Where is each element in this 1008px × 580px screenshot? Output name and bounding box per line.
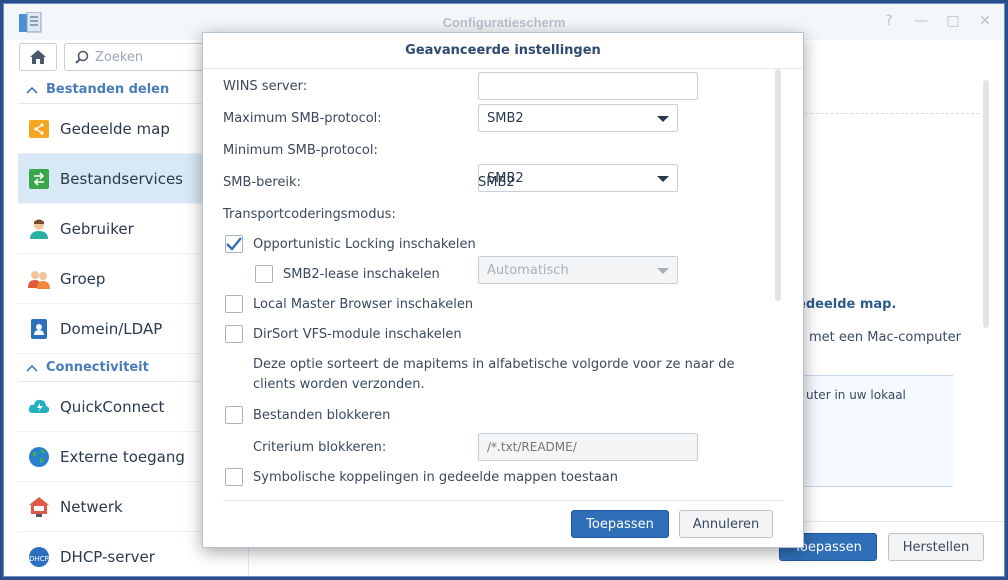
sidebar-item-label: Domein/LDAP — [60, 319, 163, 338]
smb-range-value: SMB2 — [478, 174, 515, 190]
local-master-row: Local Master Browser inschakelen — [225, 293, 473, 315]
block-files-checkbox[interactable] — [225, 406, 243, 424]
user-icon — [28, 218, 50, 240]
domain-ldap-icon — [28, 318, 50, 340]
transport-row: Transportcoderingsmodus: — [223, 202, 396, 226]
sidebar-item-label: QuickConnect — [60, 397, 165, 416]
smb-range-label: SMB-bereik: — [223, 174, 301, 190]
sidebar-item-label: Gebruiker — [60, 219, 134, 238]
background-text: met een Mac-computer — [809, 330, 961, 345]
max-smb-value: SMB2 — [487, 110, 524, 126]
min-smb-row: Minimum SMB-protocol: — [223, 138, 378, 162]
dhcp-server-icon: DHCP — [28, 546, 50, 568]
main-scrollbar[interactable] — [983, 80, 989, 328]
dirsort-checkbox[interactable] — [225, 325, 243, 343]
sidebar-item-label: Netwerk — [60, 497, 123, 516]
transport-select[interactable]: Automatisch — [478, 256, 678, 284]
opportunistic-locking-checkbox[interactable] — [225, 235, 243, 253]
window-title: Configuratiescherm — [442, 15, 566, 30]
dialog-title: Geavanceerde instellingen — [405, 43, 601, 58]
dirsort-row: DirSort VFS-module inschakelen — [225, 323, 462, 345]
sidebar-item-label: Externe toegang — [60, 447, 185, 466]
block-criteria-input[interactable] — [478, 433, 698, 461]
max-smb-label: Maximum SMB-protocol: — [223, 110, 382, 126]
maximize-icon[interactable]: □ — [944, 12, 962, 30]
smb2-lease-checkbox[interactable] — [255, 265, 273, 283]
close-icon[interactable]: ✕ — [976, 12, 994, 30]
sidebar-item-label: Bestandservices — [60, 169, 183, 188]
dirsort-label: DirSort VFS-module inschakelen — [253, 326, 462, 342]
reset-button[interactable]: Herstellen — [888, 533, 984, 561]
home-icon — [30, 50, 46, 64]
smb2-lease-label: SMB2-lease inschakelen — [283, 266, 440, 282]
chevron-up-icon — [26, 86, 38, 94]
file-services-icon — [28, 168, 50, 190]
max-smb-select[interactable]: SMB2 — [478, 104, 678, 132]
sidebar-item-label: Gedeelde map — [60, 119, 170, 138]
local-master-label: Local Master Browser inschakelen — [253, 296, 474, 312]
section-head-label: Connectiviteit — [46, 360, 149, 375]
info-box: uter in uw lokaal — [793, 375, 953, 487]
smb-range-value-row: SMB2 — [478, 170, 515, 194]
opportunistic-locking-label: Opportunistic Locking inschakelen — [253, 236, 476, 252]
chevron-down-icon — [657, 176, 669, 182]
group-icon — [28, 268, 50, 290]
search-icon — [75, 50, 89, 64]
block-files-label: Bestanden blokkeren — [253, 407, 391, 423]
opportunistic-locking-row: Opportunistic Locking inschakelen — [225, 233, 476, 255]
sidebar-item-label: Groep — [60, 269, 106, 288]
help-icon[interactable]: ? — [880, 12, 898, 30]
smb-range-row: SMB-bereik: — [223, 170, 301, 194]
external-access-icon — [28, 446, 50, 468]
local-master-checkbox[interactable] — [225, 295, 243, 313]
block-criteria-label: Criterium blokkeren: — [253, 439, 387, 455]
block-files-row: Bestanden blokkeren — [225, 404, 390, 426]
chevron-down-icon — [657, 116, 669, 122]
dialog-title-divider — [203, 68, 803, 69]
dirsort-description: Deze optie sorteert de mapitems in alfab… — [253, 357, 735, 392]
shared-folder-icon — [28, 118, 50, 140]
dialog-apply-button[interactable]: Toepassen — [571, 510, 669, 538]
min-smb-label: Minimum SMB-protocol: — [223, 142, 378, 158]
network-icon — [28, 496, 50, 518]
home-button[interactable] — [19, 43, 57, 71]
shared-folder-link[interactable]: edeelde map. — [797, 297, 896, 312]
info-box-text: uter in uw lokaal — [806, 388, 906, 402]
transport-label: Transportcoderingsmodus: — [223, 206, 396, 222]
transport-value: Automatisch — [487, 262, 569, 278]
quickconnect-icon — [28, 396, 50, 418]
wins-row: WINS server: — [223, 74, 307, 98]
wins-server-input[interactable] — [478, 72, 698, 100]
checkmark-icon — [226, 237, 242, 251]
symlinks-row: Symbolische koppelingen in gedeelde mapp… — [225, 466, 618, 488]
sidebar-item-label: DHCP-server — [60, 547, 155, 566]
chevron-up-icon — [26, 364, 38, 372]
wins-label: WINS server: — [223, 78, 308, 94]
symlinks-label: Symbolische koppelingen in gedeelde mapp… — [253, 469, 619, 485]
block-criteria-row: Criterium blokkeren: — [253, 435, 386, 459]
window-controls: ? — □ ✕ — [880, 12, 994, 30]
dialog-footer-divider — [223, 500, 783, 501]
symlinks-checkbox[interactable] — [225, 468, 243, 486]
max-smb-row: Maximum SMB-protocol: — [223, 106, 382, 130]
smb2-lease-row: SMB2-lease inschakelen — [255, 263, 440, 285]
minimize-icon[interactable]: — — [912, 12, 930, 30]
chevron-down-icon — [657, 268, 669, 274]
dialog-scrollbar[interactable] — [775, 69, 781, 301]
advanced-settings-dialog: Geavanceerde instellingen WINS server: M… — [202, 32, 804, 548]
svg-text:DHCP: DHCP — [29, 555, 49, 563]
section-head-label: Bestanden delen — [46, 82, 170, 97]
dialog-cancel-button[interactable]: Annuleren — [679, 510, 773, 538]
